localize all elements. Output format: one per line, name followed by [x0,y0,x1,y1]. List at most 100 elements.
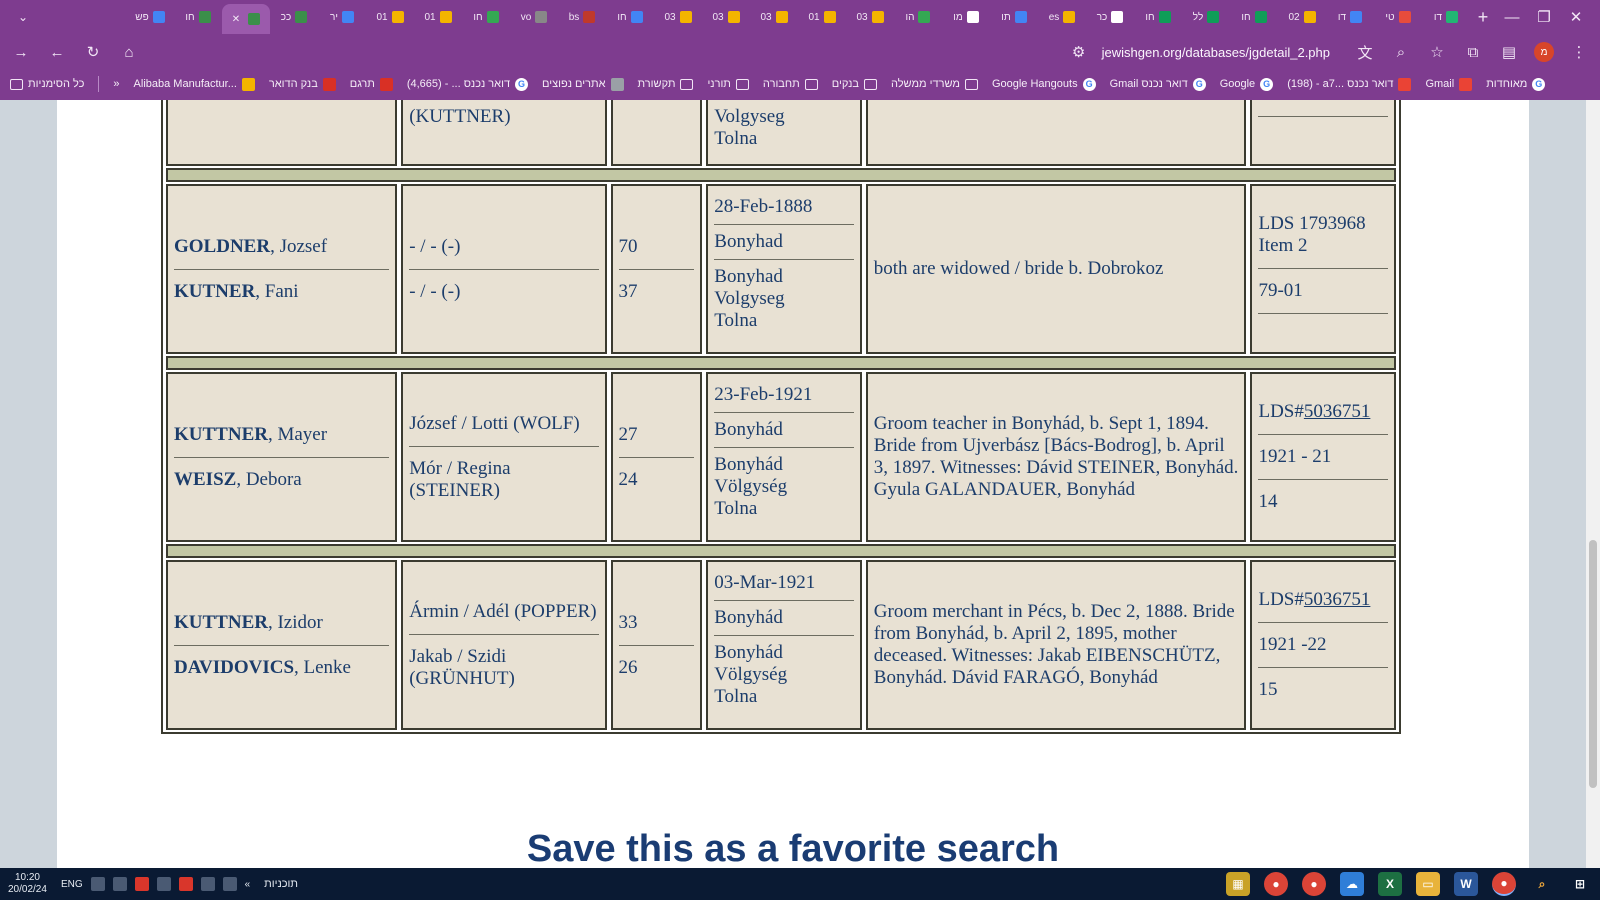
vertical-scrollbar[interactable] [1586,100,1600,868]
tray-expand-chevron-icon[interactable]: « [245,879,251,890]
bookmark-item[interactable]: Gmail דואר נכנס G [1110,77,1206,91]
browser-tab[interactable]: הו [894,4,942,30]
tray-info-icon[interactable] [222,877,237,891]
browser-tab[interactable]: כר [1086,4,1134,30]
extensions-icon[interactable]: ⧉ [1462,41,1484,63]
side-panel-icon[interactable]: ▤ [1498,41,1520,63]
browser-tab[interactable]: חו [1230,4,1278,30]
windows-start-icon[interactable]: ⊞ [1568,872,1592,896]
chrome-active-app-icon[interactable]: ● [1492,872,1516,896]
browser-tab[interactable]: יר [318,4,366,30]
tab-strip: ⌄ פש חו ✕ ככ יר 01 01 חו vo bs חו 03 03 03 01 03 הו מו תו e… [0,0,1600,34]
reload-icon[interactable]: ↻ [82,41,104,63]
tab-close-icon[interactable]: ✕ [232,14,240,25]
restore-icon[interactable]: ❐ [1528,0,1560,34]
browser-tab[interactable]: דו [1326,4,1374,30]
table-row: (KUTTNER) Volgyseg Tolna [163,100,1399,168]
chrome-profile-app-icon[interactable]: ● [1302,872,1326,896]
bookmark-item[interactable]: תרגם [350,77,393,91]
browser-tab[interactable]: ככ [270,4,318,30]
clock[interactable]: 10:20 20/02/24 [8,872,47,896]
folder-icon [680,78,694,90]
browser-tab[interactable]: מו [942,4,990,30]
browser-tab[interactable]: 03 [750,4,798,30]
browser-tab[interactable]: 01 [414,4,462,30]
divider-line [1258,116,1388,117]
bookmark-item[interactable]: Google Hangouts G [992,77,1096,91]
browser-tab[interactable]: bs [558,4,606,30]
bookmark-item[interactable]: בנקים [832,78,877,91]
bookmark-item[interactable]: תורני [707,78,749,91]
home-icon[interactable]: ⌂ [118,41,140,63]
network-icon[interactable] [112,877,127,891]
forward-arrow-icon[interactable]: → [10,41,32,63]
browser-tab[interactable]: 03 [702,4,750,30]
bride-place: Bonyhád Völgység Tolna [714,635,854,714]
bookmark-item[interactable]: (4,665) - ... דואר נכנס G [407,77,529,91]
word-app-icon[interactable]: W [1454,872,1478,896]
onedrive-app-icon[interactable]: ☁ [1340,872,1364,896]
bookmarks-overflow-chevron-icon[interactable]: » [113,78,119,90]
file-explorer-icon[interactable]: ▭ [1416,872,1440,896]
translate-icon[interactable]: 文 [1354,41,1376,63]
minimize-icon[interactable]: — [1496,0,1528,34]
bookmark-item[interactable]: תקשורת [638,78,694,91]
browser-tab[interactable]: פש [126,4,174,30]
search-icon[interactable]: ⌕ [1530,872,1554,896]
all-bookmarks-folder[interactable]: כל הסימניות [10,78,84,90]
new-tab-button[interactable]: + [1470,0,1496,34]
menu-kebab-icon[interactable]: ⋮ [1568,41,1590,63]
bookmark-item[interactable]: אתרים נפוצים [542,77,624,91]
scrollbar-thumb[interactable] [1589,540,1597,788]
place-line: Bonyhád [714,454,783,475]
opera-tray-icon[interactable] [178,877,193,891]
bookmark-item[interactable]: Gmail [1425,77,1473,91]
bookmark-star-icon[interactable]: ☆ [1426,41,1448,63]
ages-cell: 33 26 [610,560,703,730]
browser-tab[interactable]: לל [1182,4,1230,30]
tab-favicon-icon [1254,11,1267,23]
browser-tab[interactable]: vo [510,4,558,30]
antivirus-icon[interactable] [134,877,149,891]
profile-avatar[interactable]: מ [1534,42,1554,62]
browser-tab[interactable]: טי [1374,4,1422,30]
bookmark-item[interactable]: משרדי ממשלה [891,78,978,91]
lds-film-link[interactable]: 5036751 [1304,589,1371,610]
back-arrow-icon[interactable]: ← [46,41,68,63]
browser-tab[interactable]: תו [990,4,1038,30]
speaker-icon[interactable] [90,877,105,891]
address-bar[interactable]: ⚙ jewishgen.org/databases/jgdetail_2.php [154,38,1340,66]
close-window-icon[interactable]: ✕ [1560,0,1592,34]
browser-tab[interactable]: es [1038,4,1086,30]
bookmark-item[interactable]: (198) - a7... דואר נכנס [1287,77,1412,91]
browser-tab[interactable]: חו [606,4,654,30]
bookmark-item[interactable]: תחבורה [763,78,818,91]
excel-app-icon[interactable]: X [1378,872,1402,896]
language-indicator[interactable]: ENG [61,879,83,890]
site-settings-icon[interactable]: ⚙ [1068,41,1090,63]
browser-tab[interactable]: דו [1422,4,1470,30]
lds-film-link[interactable]: 5036751 [1304,401,1371,422]
browser-tab[interactable]: חו [462,4,510,30]
bookmark-item[interactable]: Google G [1220,77,1274,91]
tab-search-chevron-icon[interactable]: ⌄ [8,0,38,34]
browser-tab[interactable]: 02 [1278,4,1326,30]
bookmark-item[interactable]: Alibaba Manufactur... [134,77,255,91]
bookmark-item[interactable]: בנק הדואר [269,77,336,91]
bride-name: WEISZ, Debora [174,456,390,502]
browser-tab[interactable]: ✕ [222,4,270,34]
browser-tab[interactable]: 03 [846,4,894,30]
winrar-app-icon[interactable]: ▦ [1226,872,1250,896]
usb-icon[interactable] [200,877,215,891]
zoom-icon[interactable]: ⌕ [1390,41,1412,63]
browser-tab[interactable]: 01 [366,4,414,30]
tray-app-icon[interactable] [156,877,171,891]
browser-tab[interactable]: חו [1134,4,1182,30]
browser-tab[interactable]: 03 [654,4,702,30]
bookmark-item[interactable]: מאוחדות G [1486,77,1546,91]
toolbar-label[interactable]: תוכניות [264,878,298,890]
browser-tab[interactable]: חו [174,4,222,30]
chrome-app-icon[interactable]: ● [1264,872,1288,896]
source-register: 79-01 [1258,268,1388,313]
browser-tab[interactable]: 01 [798,4,846,30]
